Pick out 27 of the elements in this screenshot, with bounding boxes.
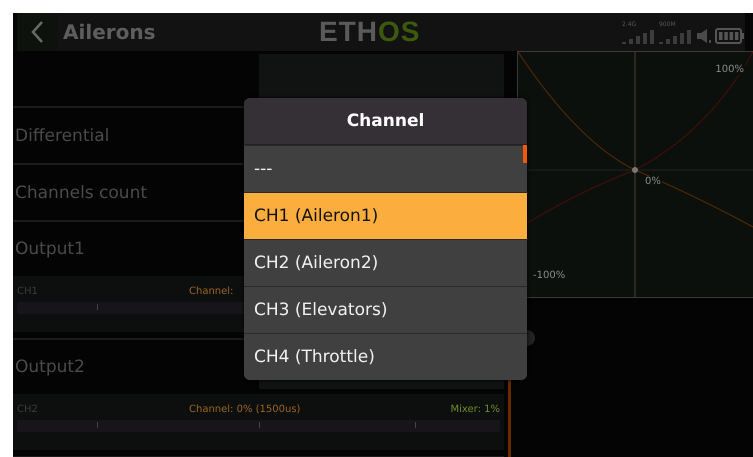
axis-label: -100%	[532, 270, 566, 281]
field-label: Differential	[15, 126, 110, 146]
channel-option[interactable]: CH2 (Aileron2)	[244, 239, 527, 286]
signal-bars-icon	[659, 28, 693, 44]
add-button[interactable]	[259, 54, 504, 98]
logo: ETHOS	[319, 16, 420, 48]
page-title: Ailerons	[63, 20, 156, 44]
signal-bars-icon	[622, 28, 656, 44]
battery-icon	[715, 28, 745, 44]
channel-option[interactable]: ---	[244, 145, 527, 192]
axis-label: 100%	[714, 64, 745, 75]
popup-title: Channel	[244, 98, 527, 145]
channel-option[interactable]: CH4 (Throttle)	[244, 333, 527, 380]
back-button[interactable]	[17, 13, 57, 51]
channel-reading: Channel:	[189, 286, 234, 296]
chevron-left-icon	[30, 20, 44, 44]
scrollbar	[523, 145, 527, 163]
mixer-reading: Mixer: 1%	[450, 404, 500, 414]
center-point	[632, 167, 638, 173]
output-label: Output1	[15, 239, 86, 259]
axis-label: 0%	[644, 176, 662, 187]
channel-option[interactable]: CH3 (Elevators)	[244, 286, 527, 333]
output-label: Output2	[15, 357, 86, 377]
speaker-icon	[696, 28, 712, 44]
channel-reading: Channel: 0% (1500us)	[189, 404, 300, 414]
field-label: Channels count	[15, 182, 148, 202]
channel-option[interactable]: CH1 (Aileron1)	[244, 192, 527, 239]
